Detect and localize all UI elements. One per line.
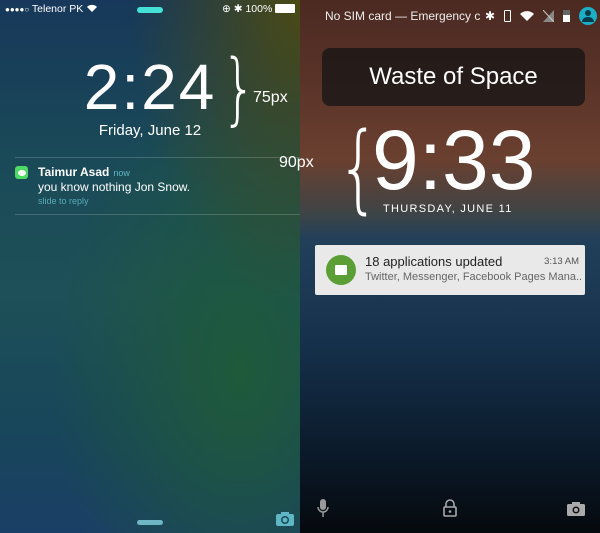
divider — [15, 214, 300, 215]
messages-icon — [15, 166, 28, 179]
signal-dots: ●●●●○ — [5, 5, 30, 14]
no-signal-icon — [543, 10, 555, 22]
battery-icon — [563, 10, 571, 22]
carrier-name: Telenor PK — [31, 3, 84, 15]
ios-lock-screen: ●●●●○ Telenor PK ⊕ ✱ 100% 2:24 Friday, J… — [0, 0, 300, 533]
user-avatar-icon[interactable] — [579, 7, 598, 25]
android-status-icons: ✱ — [485, 7, 598, 25]
brace-annotation: } — [221, 44, 257, 134]
vibrate-icon — [504, 10, 512, 22]
camera-icon[interactable] — [275, 511, 295, 527]
battery-icon — [275, 4, 296, 13]
notification-card[interactable]: 18 applications updated 3:13 AM Twitter,… — [315, 245, 585, 295]
notification-body: Twitter, Messenger, Facebook Pages Mana.… — [365, 271, 583, 283]
wifi-icon — [520, 10, 535, 21]
android-lock-screen: No SIM card — Emergency c ✱ Waste of Spa… — [300, 0, 600, 533]
notification-time: 3:13 AM — [544, 256, 579, 267]
ios-status-right: ⊕ ✱ 100% — [222, 3, 296, 15]
bluetooth-icon: ✱ — [485, 9, 496, 23]
bluetooth-icon: ✱ — [233, 3, 243, 15]
notification-title: 18 applications updated — [365, 254, 503, 269]
rotation-lock-icon: ⊕ — [222, 3, 231, 15]
play-store-update-icon — [326, 255, 356, 285]
android-date: THURSDAY, JUNE 11 — [383, 203, 513, 215]
camera-icon[interactable] — [567, 501, 585, 516]
notification-time: now — [113, 168, 130, 178]
battery-percent: 100% — [245, 3, 273, 15]
annotation-90px: 90px — [279, 154, 314, 171]
notification-sender[interactable]: Taimur Asad now — [38, 165, 130, 179]
microphone-icon[interactable] — [317, 499, 329, 517]
wifi-icon — [87, 4, 98, 12]
lock-icon[interactable] — [443, 499, 457, 517]
slide-to-reply[interactable]: slide to reply — [38, 196, 89, 206]
android-clock: 9:33 — [372, 113, 536, 207]
ios-notch-handle[interactable] — [137, 7, 163, 13]
ios-status-carrier: ●●●●○ Telenor PK — [5, 3, 98, 15]
android-status-text: No SIM card — Emergency c — [325, 9, 481, 23]
home-indicator[interactable] — [137, 520, 163, 525]
divider — [15, 157, 300, 158]
annotation-75px: 75px — [253, 89, 288, 106]
owner-info: Waste of Space — [322, 48, 585, 106]
notification-body[interactable]: you know nothing Jon Snow. — [38, 180, 190, 194]
